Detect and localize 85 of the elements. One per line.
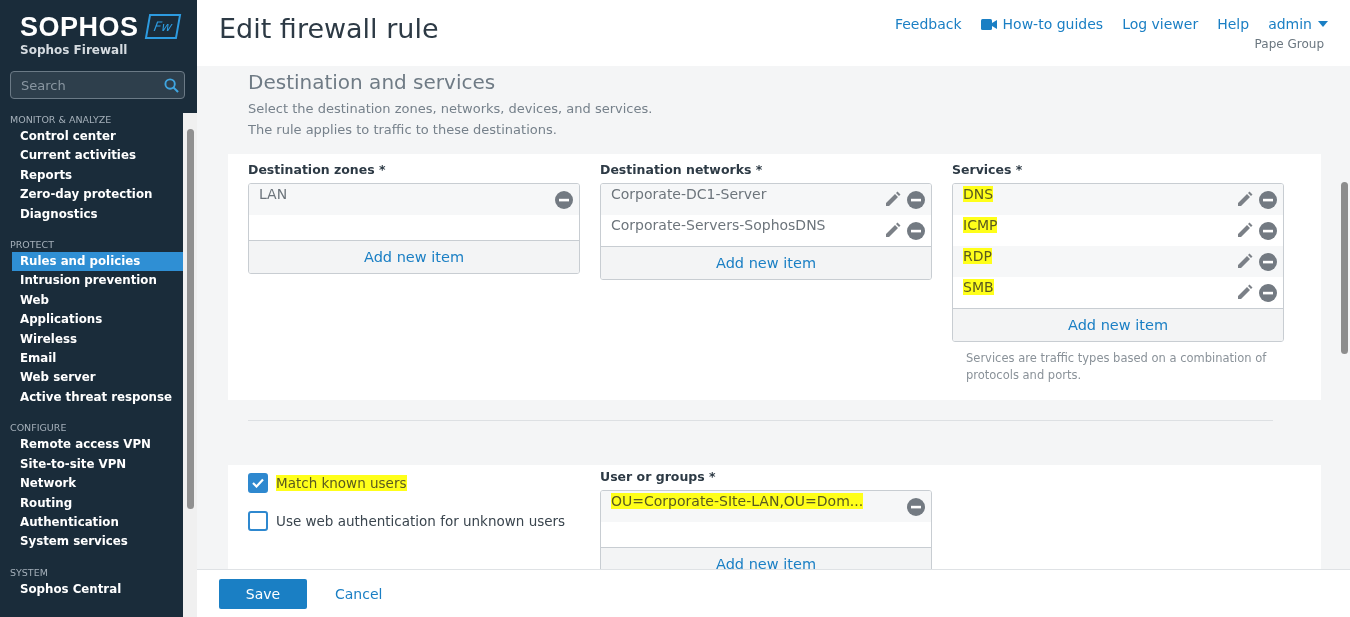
pencil-icon[interactable] [1236,284,1253,301]
nav-item[interactable]: System services [12,532,183,552]
field-label: Destination networks * [600,162,764,177]
list-row[interactable]: LAN [249,184,579,215]
nav-item[interactable]: Zero-day protection [12,185,183,205]
remove-icon[interactable] [907,222,925,240]
remove-icon[interactable] [1259,284,1277,302]
remove-icon[interactable] [1259,253,1277,271]
product-badge: Fw [144,14,181,39]
pencil-icon[interactable] [1236,222,1253,239]
nav-item[interactable]: Reports [12,165,183,186]
nav-item[interactable]: Active threat response [12,387,183,408]
header-link[interactable]: How-to guides [980,16,1104,32]
section-description: Select the destination zones, networks, devices, and services. [248,100,654,118]
header-link[interactable]: Log viewer [1122,16,1199,32]
caret-icon [1318,21,1328,27]
list-row[interactable]: RDP [953,246,1283,277]
header-link[interactable]: Feedback [894,16,962,32]
nav-item[interactable]: Remote access VPN [12,435,183,455]
list-item-text: ICMP [963,217,998,233]
section-description: The rule applies to traffic to these destinations. [248,121,558,139]
remove-icon[interactable] [907,498,925,516]
nav-item[interactable]: Web [12,290,183,311]
nav-item[interactable]: Site-to-site VPN [12,454,183,475]
nav-item[interactable]: Current activities [12,146,183,166]
nav-item[interactable]: Web server [12,368,183,388]
add-item-button[interactable]: Add new item [249,240,579,273]
nav-item[interactable]: Rules and policies [12,252,183,272]
list-row[interactable]: OU=Corporate-SIte-LAN,OU=Dom... [601,491,931,522]
nav-item[interactable]: Control center [12,127,183,147]
remove-icon[interactable] [1259,191,1277,209]
add-item-button[interactable]: Add new item [953,308,1283,341]
field-label: Destination zones * [248,162,387,177]
list-item-text: Corporate-Servers-SophosDNS [611,217,826,233]
organization-name: Pape Group [1254,37,1325,51]
remove-icon[interactable] [1259,222,1277,240]
list-item-text: Corporate-DC1-Server [611,186,767,202]
pencil-icon[interactable] [1236,191,1253,208]
video-camera-icon [980,18,997,30]
user-menu[interactable]: admin [1268,16,1328,32]
page-title: Edit firewall rule [219,13,439,46]
nav-section-label: SYSTEM [9,565,49,580]
list-item-text: DNS [963,186,994,202]
hint-text: Services are traffic types based on a combination of protocols and ports. [966,350,1268,384]
checkbox-label: Use web authentication for unknown users [276,513,566,529]
nav-section-label: CONFIGURE [9,421,68,436]
nav-item[interactable]: Sophos Central [12,579,183,600]
pencil-icon[interactable] [1236,253,1253,270]
section-title: Destination and services [248,70,497,94]
nav-item[interactable]: Diagnostics [12,204,183,225]
list-item-text: SMB [963,279,994,295]
list-item-text: LAN [259,186,288,202]
nav-item[interactable]: Network [12,474,183,494]
product-name: Sophos Firewall [20,43,129,57]
list-item-text: RDP [963,248,992,264]
nav-section-label: MONITOR & ANALYZE [9,113,113,127]
nav-section-label: PROTECT [9,238,56,253]
cancel-link[interactable]: Cancel [321,585,397,602]
checkbox-label: Match known users [276,475,407,491]
search-field[interactable]: Search [10,71,185,99]
pencil-icon[interactable] [884,191,901,208]
nav-item[interactable]: Email [12,349,183,369]
add-item-button[interactable]: Add new item [601,246,931,279]
header-link[interactable]: Help [1217,16,1250,32]
pencil-icon[interactable] [884,222,901,239]
field-label: User or groups * [600,469,717,484]
remove-icon[interactable] [907,191,925,209]
list-row[interactable]: DNS [953,184,1283,215]
add-item-button[interactable]: Add new item [601,547,931,569]
logo-text: SOPHOS [20,12,139,42]
list-row[interactable]: Corporate-DC1-Server [601,184,931,215]
checkbox[interactable] [248,473,268,493]
nav-item[interactable]: Authentication [12,512,183,533]
nav-item[interactable]: Routing [12,493,183,513]
nav-item[interactable]: Wireless [12,329,183,350]
list-item-text: OU=Corporate-SIte-LAN,OU=Dom... [611,493,864,509]
nav-item[interactable]: Applications [12,310,183,330]
checkmark-icon [252,478,264,488]
field-label: Services * [952,162,1024,177]
checkbox[interactable] [248,511,268,531]
scrollbar[interactable] [183,113,197,617]
search-icon [164,78,179,93]
save-button[interactable]: Save [219,578,307,609]
nav-item[interactable]: Intrusion prevention [12,271,183,291]
remove-icon[interactable] [555,191,573,209]
